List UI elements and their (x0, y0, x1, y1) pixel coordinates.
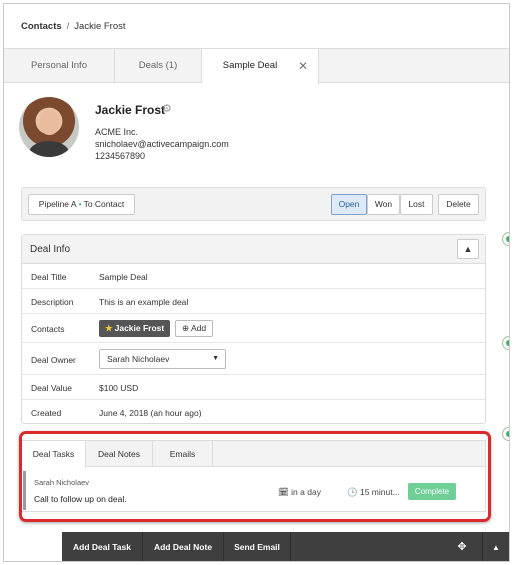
close-icon[interactable]: ✕ (298, 49, 308, 83)
stage-dot-icon: • (78, 199, 82, 209)
deal-title-label: Deal Title (31, 272, 67, 282)
bottom-action-bar: Add Deal Task Add Deal Note Send Email ✥… (62, 532, 509, 561)
pipeline-bar: Pipeline A • To Contact Open Won Lost Dele… (21, 187, 486, 221)
deal-value-row: Deal Value $100 USD (22, 375, 485, 400)
status-open-button[interactable]: Open (331, 194, 367, 215)
pipeline-stage-button[interactable]: Pipeline A • To Contact (28, 194, 135, 215)
contact-chip-name: Jackie Frost (114, 323, 165, 333)
deal-info-panel: Deal Info ▲ Deal Title Sample Deal Descr… (21, 234, 486, 424)
contact-name[interactable]: Jackie Frost (95, 103, 165, 117)
tab-deals[interactable]: Deals (1) (115, 49, 202, 83)
contacts-row: Contacts ★ Jackie Frost ⊕ Add (22, 314, 485, 343)
breadcrumb-separator: / (66, 21, 70, 32)
description-row: Description This is an example deal (22, 289, 485, 314)
collapse-chevron-up-icon[interactable]: ▲ (457, 239, 479, 259)
chevron-down-icon: ▼ (212, 355, 219, 362)
deal-title-row: Deal Title Sample Deal (22, 264, 485, 289)
move-icon[interactable]: ✥ (450, 532, 474, 561)
tab-personal-info[interactable]: Personal Info (4, 49, 115, 83)
breadcrumb-current: Jackie Frost (74, 21, 126, 32)
description-label: Description (31, 297, 74, 307)
status-won-button[interactable]: Won (367, 194, 400, 215)
status-lost-button[interactable]: Lost (400, 194, 433, 215)
deal-info-title: Deal Info (30, 244, 71, 255)
created-row: Created June 4, 2018 (an hour ago) (22, 400, 485, 424)
deal-page: Contacts / Jackie Frost Personal Info Deal… (3, 3, 510, 562)
timeline-marker-dot (506, 236, 509, 242)
avatar-shirt (29, 141, 69, 157)
timeline-marker-dot (506, 340, 509, 346)
deal-owner-select[interactable]: Sarah Nicholaev ▼ (99, 349, 226, 369)
timeline-marker-icon (502, 336, 509, 350)
timeline-marker-icon (502, 232, 509, 246)
deal-value-value[interactable]: $100 USD (99, 383, 138, 393)
contact-company: ACME Inc. (95, 127, 139, 137)
contacts-label: Contacts (31, 324, 65, 334)
gear-icon[interactable]: ⚙ (162, 102, 172, 115)
star-icon: ★ (105, 323, 113, 333)
add-contact-button[interactable]: ⊕ Add (175, 320, 214, 337)
breadcrumb: Contacts / Jackie Frost (4, 4, 509, 49)
deal-info-header: Deal Info ▲ (22, 235, 485, 264)
avatar (19, 97, 79, 157)
contact-chip[interactable]: ★ Jackie Frost (99, 320, 171, 337)
record-tabs: Personal Info Deals (1) Sample Deal ✕ (4, 49, 509, 84)
send-email-button[interactable]: Send Email (224, 532, 291, 561)
add-deal-task-button[interactable]: Add Deal Task (62, 532, 143, 561)
deal-title-value[interactable]: Sample Deal (99, 272, 148, 282)
deal-owner-value: Sarah Nicholaev (107, 354, 170, 364)
breadcrumb-contacts-link[interactable]: Contacts (21, 21, 62, 32)
deal-owner-label: Deal Owner (31, 355, 76, 365)
timeline-marker-icon (502, 427, 509, 441)
delete-button[interactable]: Delete (438, 194, 479, 215)
pipeline-stage: To Contact (83, 199, 125, 209)
created-value: June 4, 2018 (an hour ago) (99, 408, 202, 418)
highlight-annotation (19, 431, 491, 522)
deal-owner-row: Deal Owner Sarah Nicholaev ▼ (22, 343, 485, 375)
pipeline-name: Pipeline A (38, 199, 77, 209)
contact-phone: 1234567890 (95, 151, 146, 161)
chevron-up-icon[interactable]: ▲ (482, 532, 509, 561)
avatar-face (40, 110, 59, 135)
created-label: Created (31, 408, 62, 418)
tab-sample-deal[interactable]: Sample Deal ✕ (202, 49, 319, 84)
timeline-marker-dot (506, 431, 509, 437)
description-value[interactable]: This is an example deal (99, 297, 188, 307)
tab-sample-deal-label: Sample Deal (222, 60, 278, 71)
contact-email: snicholaev@activecampaign.com (95, 139, 229, 149)
contact-profile: Jackie Frost ⚙ ACME Inc. snicholaev@acti… (19, 97, 499, 167)
add-deal-note-button[interactable]: Add Deal Note (143, 532, 224, 561)
deal-value-label: Deal Value (31, 383, 72, 393)
